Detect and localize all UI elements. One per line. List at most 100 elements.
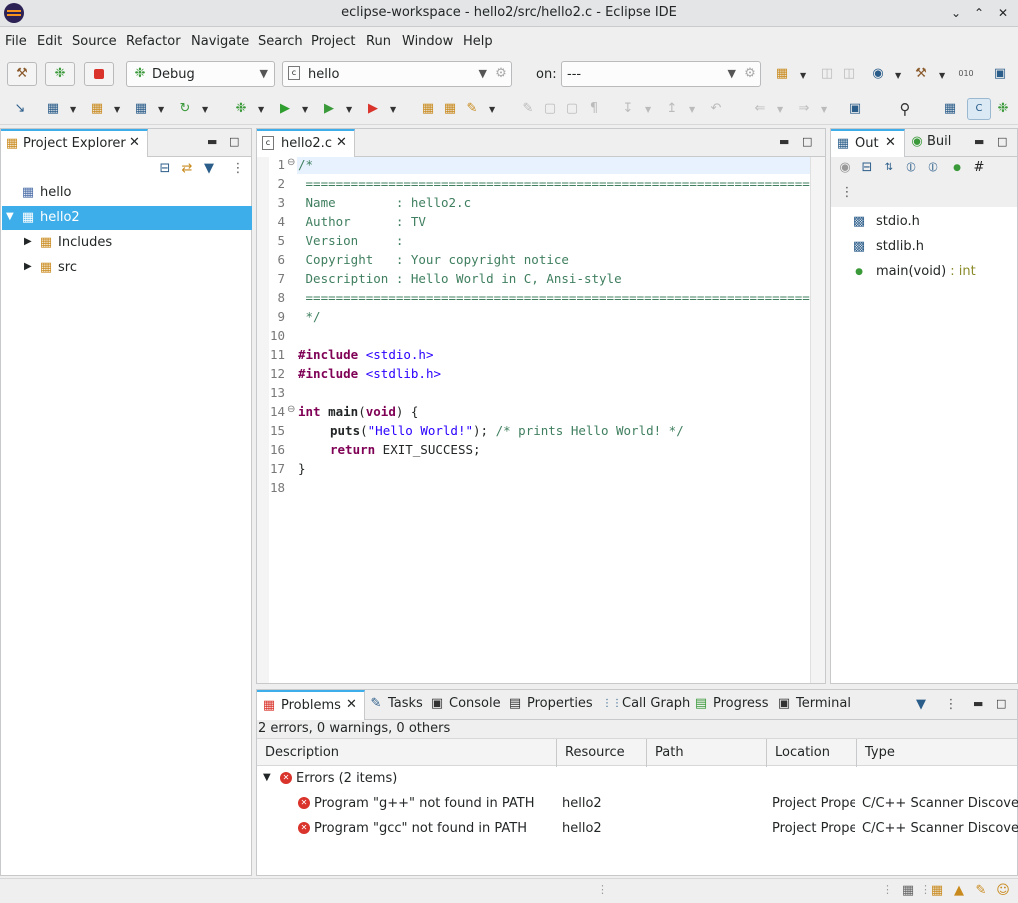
console-icon[interactable]: ▣	[429, 696, 445, 712]
smiley-icon[interactable]: ☺	[995, 883, 1011, 899]
menu-file[interactable]: File	[5, 34, 27, 49]
close-tab-icon[interactable]: ✕	[336, 135, 347, 150]
whitespace-icon[interactable]: ¶	[586, 101, 602, 117]
build-targets-icon[interactable]: ◉	[909, 134, 925, 150]
close-tab-icon[interactable]: ✕	[346, 697, 357, 712]
pencil-icon[interactable]: ✎	[973, 883, 989, 899]
hide-non-public-icon[interactable]: ●	[949, 160, 965, 176]
tab-properties[interactable]: Properties	[527, 696, 593, 711]
save-icon[interactable]: ◫	[819, 66, 835, 82]
gear-icon[interactable]: ⚙	[493, 66, 509, 82]
table-row[interactable]: ✕ Program "gcc" not found in PATH hello2…	[257, 818, 1018, 840]
flashlight-icon[interactable]: ✎	[464, 101, 480, 117]
run-icon[interactable]: ▶	[277, 101, 293, 117]
chevron-down-icon[interactable]: ▼	[158, 105, 164, 114]
remote-icon[interactable]: ▦	[900, 883, 916, 899]
minimize-icon[interactable]: ▬	[779, 135, 789, 148]
view-menu-icon[interactable]: ⋮	[230, 161, 246, 177]
search-icon[interactable]: ⚲	[897, 101, 913, 117]
tree-item-src[interactable]: ▶ ▦ src	[2, 256, 252, 280]
collapse-all-icon[interactable]: ⊟	[859, 160, 875, 176]
chevron-down-icon[interactable]: ▼	[302, 105, 308, 114]
build-config-icon[interactable]: ⚒	[913, 66, 929, 82]
outline-item[interactable]: ● main(void) : int	[831, 261, 1017, 283]
close-tab-icon[interactable]: ✕	[129, 135, 140, 150]
link-editor-icon[interactable]: ⇄	[179, 161, 195, 177]
globe-icon[interactable]: ◉	[870, 66, 886, 82]
chevron-down-icon[interactable]: ▼	[939, 71, 945, 80]
next-annotation-icon[interactable]: ↧	[620, 101, 636, 117]
minimize-icon[interactable]: ▬	[973, 697, 983, 710]
build-button[interactable]: ⚒	[7, 62, 37, 86]
chevron-down-icon[interactable]: ▼	[114, 105, 120, 114]
maximize-icon[interactable]: □	[996, 697, 1006, 710]
column-path[interactable]: Path	[647, 739, 767, 767]
column-resource[interactable]: Resource	[557, 739, 647, 767]
minimize-icon[interactable]: ▬	[207, 135, 217, 148]
table-row[interactable]: ✕ Program "g++" not found in PATH hello2…	[257, 793, 1018, 815]
column-location[interactable]: Location	[767, 739, 857, 767]
menu-help[interactable]: Help	[463, 34, 493, 49]
prev-annotation-icon[interactable]: ↥	[664, 101, 680, 117]
forward-icon[interactable]: ⇒	[796, 101, 812, 117]
chevron-down-icon[interactable]: ▼	[777, 105, 783, 114]
tab-console[interactable]: Console	[449, 696, 501, 711]
menu-source[interactable]: Source	[72, 34, 117, 49]
chevron-down-icon[interactable]: ▼	[489, 105, 495, 114]
launch-config-select[interactable]: c hello ▼ ⚙	[282, 61, 512, 87]
outline-item[interactable]: ▩ stdio.h	[831, 211, 1017, 233]
profile-icon[interactable]: ▶	[365, 101, 381, 117]
hide-fields-icon[interactable]: ⦶	[903, 160, 919, 176]
hide-members-icon[interactable]: ◉	[837, 160, 853, 176]
maximize-icon[interactable]: □	[229, 135, 239, 148]
binary-icon[interactable]: 010	[958, 66, 974, 82]
save-all-icon[interactable]: ◫	[841, 66, 857, 82]
menu-edit[interactable]: Edit	[37, 34, 62, 49]
chevron-down-icon[interactable]: ▼	[202, 105, 208, 114]
terminal-icon[interactable]: ▣	[776, 696, 792, 712]
progress-icon[interactable]: ▤	[693, 696, 709, 712]
collapse-arrow-icon[interactable]: ▶	[24, 236, 32, 247]
open-perspective-icon[interactable]: ▦	[942, 101, 958, 117]
tab-terminal[interactable]: Terminal	[796, 696, 851, 711]
tab-call-graph[interactable]: Call Graph	[622, 696, 690, 711]
column-type[interactable]: Type	[857, 739, 1017, 767]
debug-launch-button[interactable]: ❉	[45, 62, 75, 86]
tree-item-hello2[interactable]: ▼ ▦ hello2	[2, 206, 252, 230]
chevron-down-icon[interactable]: ▼	[70, 105, 76, 114]
tab-progress[interactable]: Progress	[713, 696, 768, 711]
book-icon[interactable]: ▦	[929, 883, 945, 899]
chevron-down-icon[interactable]: ▼	[800, 71, 806, 80]
menu-project[interactable]: Project	[311, 34, 355, 49]
new-icon[interactable]: ▦	[774, 66, 790, 82]
error-group-row[interactable]: ▼ ✕ Errors (2 items)	[257, 768, 1017, 790]
block-select-icon[interactable]: ▢	[564, 101, 580, 117]
open-type-icon[interactable]: ▦	[420, 101, 436, 117]
expand-arrow-icon[interactable]: ▼	[263, 772, 271, 783]
close-window-icon[interactable]: ✕	[994, 4, 1012, 22]
maximize-icon[interactable]: ⌃	[970, 4, 988, 22]
expand-arrow-icon[interactable]: ▼	[6, 211, 14, 222]
fold-icon[interactable]: ⊖	[287, 404, 295, 415]
chevron-down-icon[interactable]: ▼	[346, 105, 352, 114]
collapse-all-icon[interactable]: ⊟	[157, 161, 173, 177]
toggle-mark-icon[interactable]: ▢	[542, 101, 558, 117]
new-class-icon[interactable]: ▦	[45, 101, 61, 117]
menu-run[interactable]: Run	[366, 34, 391, 49]
last-edit-icon[interactable]: ↶	[708, 101, 724, 117]
stop-button[interactable]	[84, 62, 114, 86]
call-graph-icon[interactable]: ⋮⋮	[602, 696, 622, 712]
tab-hello2-c[interactable]: c hello2.c ✕	[257, 129, 355, 157]
pin-editor-icon[interactable]: ▣	[847, 101, 863, 117]
open-folder-icon[interactable]: ▦	[442, 101, 458, 117]
filter-icon[interactable]: ▼	[201, 161, 217, 177]
tasks-icon[interactable]: ✎	[368, 696, 384, 712]
properties-icon[interactable]: ▤	[507, 696, 523, 712]
monitor-icon[interactable]: ▣	[992, 66, 1008, 82]
tree-item-hello[interactable]: ▦ hello	[2, 181, 252, 205]
tab-build-targets[interactable]: Buil	[927, 134, 951, 149]
view-menu-icon[interactable]: ⋮	[839, 185, 855, 201]
c-cpp-perspective-button[interactable]: C	[967, 98, 991, 120]
tab-project-explorer[interactable]: ▦ Project Explorer ✕	[1, 129, 148, 157]
collapse-arrow-icon[interactable]: ▶	[24, 261, 32, 272]
